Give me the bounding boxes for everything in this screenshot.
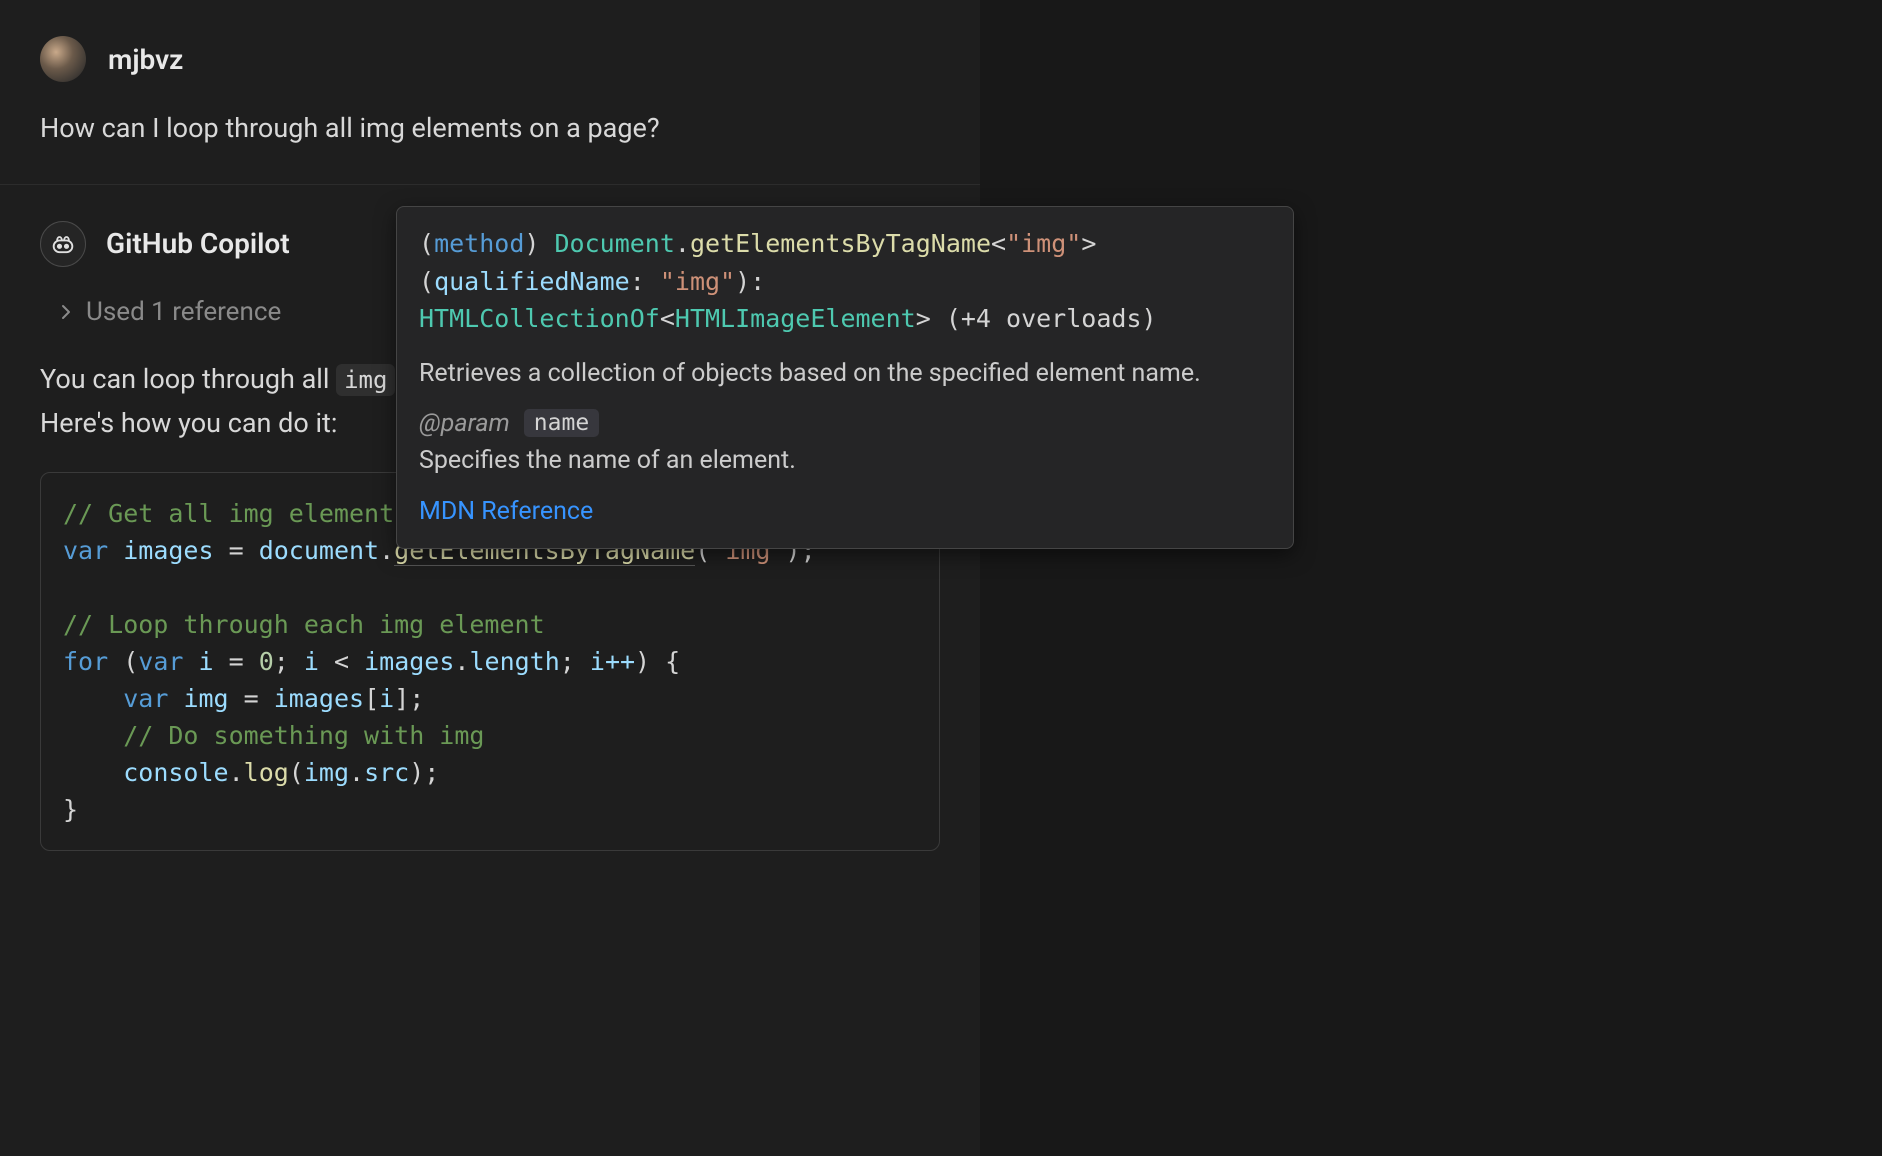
mdn-reference-link[interactable]: MDN Reference <box>419 497 1271 526</box>
code-function: log <box>244 758 289 787</box>
code-identifier: i <box>304 647 319 676</box>
sig-kind: method <box>434 229 524 258</box>
answer-line2: Here's how you can do it: <box>40 407 337 439</box>
code-identifier: i <box>198 647 213 676</box>
code-identifier: img <box>183 684 228 713</box>
editor-background <box>980 0 1882 1156</box>
code-punc: ) { <box>635 647 680 676</box>
code-punc: = <box>214 536 259 565</box>
code-identifier: i++ <box>590 647 635 676</box>
code-punc: ; <box>274 647 304 676</box>
username: mjbvz <box>108 43 183 76</box>
assistant-name: GitHub Copilot <box>106 227 290 260</box>
avatar[interactable] <box>40 36 86 82</box>
param-name: name <box>524 409 599 437</box>
sig-return-generic: HTMLImageElement <box>675 304 916 333</box>
sig-function: getElementsByTagName <box>690 229 991 258</box>
code-punc: [ <box>364 684 379 713</box>
code-identifier: document <box>259 536 379 565</box>
code-comment: // Do something with img <box>123 721 484 750</box>
code-punc: < <box>319 647 364 676</box>
user-header: mjbvz <box>40 36 940 82</box>
code-punc: ]; <box>394 684 424 713</box>
code-keyword: for <box>63 647 108 676</box>
code-keyword: var <box>123 684 168 713</box>
code-punc: . <box>379 536 394 565</box>
code-identifier: i <box>379 684 394 713</box>
code-punc: . <box>349 758 364 787</box>
code-identifier: images <box>364 647 454 676</box>
code-indent <box>63 684 123 713</box>
chat-panel: mjbvz How can I loop through all img ele… <box>0 0 980 1156</box>
sig-generic: "img" <box>1006 229 1081 258</box>
hover-param-desc: Specifies the name of an element. <box>419 446 1271 475</box>
hover-description: Retrieves a collection of objects based … <box>419 356 1271 391</box>
hover-tooltip[interactable]: (method) Document.getElementsByTagName<"… <box>396 206 1294 549</box>
hover-param-row: @param name <box>419 409 1271 438</box>
code-punc: ( <box>108 647 138 676</box>
references-label: Used 1 reference <box>86 297 281 327</box>
param-tag: @param <box>419 409 510 438</box>
code-indent <box>63 721 123 750</box>
code-comment: // Get all img element <box>63 499 394 528</box>
code-identifier: img <box>304 758 349 787</box>
user-message: mjbvz How can I loop through all img ele… <box>0 0 980 185</box>
sig-return-type: HTMLCollectionOf <box>419 304 660 333</box>
code-identifier: console <box>123 758 228 787</box>
code-property: length <box>469 647 559 676</box>
code-identifier: images <box>123 536 213 565</box>
code-punc: ( <box>289 758 304 787</box>
code-keyword: var <box>138 647 183 676</box>
code-punc: ); <box>409 758 439 787</box>
code-punc: . <box>454 647 469 676</box>
code-property: src <box>364 758 409 787</box>
sig-class: Document <box>554 229 674 258</box>
answer-prefix: You can loop through all <box>40 363 336 395</box>
code-indent <box>63 758 123 787</box>
hover-signature: (method) Document.getElementsByTagName<"… <box>419 225 1271 338</box>
code-number: 0 <box>259 647 274 676</box>
user-question-text: How can I loop through all img elements … <box>40 110 940 148</box>
chevron-right-icon <box>58 297 74 327</box>
code-punc: } <box>63 795 78 824</box>
sig-param-type: "img" <box>660 267 735 296</box>
sig-param: qualifiedName <box>434 267 630 296</box>
code-comment: // Loop through each img element <box>63 610 545 639</box>
code-punc: = <box>229 684 274 713</box>
code-keyword: var <box>63 536 108 565</box>
sig-overloads: (+4 overloads) <box>946 304 1157 333</box>
code-punc: ; <box>560 647 590 676</box>
copilot-icon <box>40 221 86 267</box>
code-identifier: images <box>274 684 364 713</box>
code-punc: . <box>229 758 244 787</box>
inline-code-img: img <box>336 364 395 396</box>
code-punc: = <box>214 647 259 676</box>
